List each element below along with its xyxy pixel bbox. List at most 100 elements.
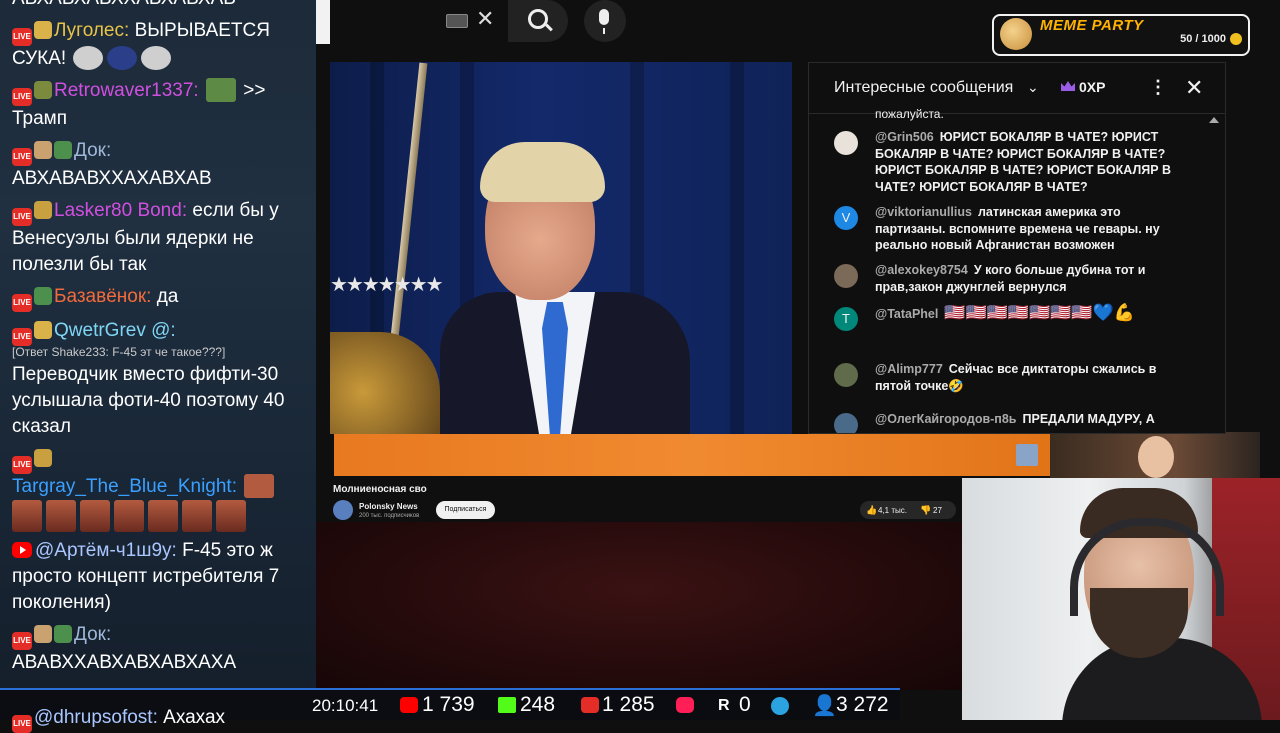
chat-nick: @Артём-ч1ш9у: (35, 540, 177, 561)
avatar[interactable]: V (834, 206, 858, 230)
chat-message: @Alimp777 Сейчас все диктаторы сжались в … (834, 361, 1179, 394)
subscriber-badge-icon (34, 625, 52, 643)
close-icon[interactable]: ✕ (1185, 75, 1203, 101)
dislike-count[interactable]: 27 (933, 506, 942, 515)
chat-author[interactable]: @ОлегКайгородов-п8ь (875, 412, 1017, 426)
search-button[interactable] (508, 0, 568, 42)
chat-author[interactable]: @TataPhel (875, 307, 938, 321)
subscriber-badge-icon (34, 287, 52, 305)
video-title[interactable]: Молниеносная сво (333, 484, 427, 495)
xp-value: 0XP (1079, 79, 1106, 95)
emote-icon (73, 46, 104, 70)
chat-message: LIVE Луголес: ВЫРЫВАЕТСЯ СУКА! (0, 18, 316, 72)
rutube-icon: R (718, 697, 730, 714)
subscriber-badge-icon (34, 81, 52, 99)
live-badge-icon: LIVE (12, 456, 32, 474)
voice-search-button[interactable] (584, 0, 626, 42)
video-player[interactable]: ★★★★★★★ (330, 62, 792, 434)
chat-text: АВХАВАВХХАХАВХАВ (12, 168, 212, 189)
live-badge-icon: LIVE (12, 208, 32, 226)
kick-icon (498, 697, 516, 713)
subscriber-badge-icon (34, 201, 52, 219)
avatar[interactable] (834, 413, 858, 433)
avatar[interactable] (834, 264, 858, 288)
chat-nick: Retrowaver1337: (54, 80, 199, 101)
emote-icon (12, 500, 42, 532)
chat-header: Интересные сообщения ⌄ 0XP ⋮ ✕ (809, 63, 1225, 114)
page-background (316, 522, 964, 690)
chevron-down-icon[interactable]: ⌄ (1027, 79, 1039, 96)
emote-icon (216, 500, 246, 532)
telegram-icon (771, 697, 789, 715)
xp-badge[interactable]: 0XP (1061, 79, 1106, 95)
channel-avatar[interactable] (333, 500, 353, 520)
meme-party-score: 50 / 1000 (1180, 33, 1226, 45)
youtube-badge-icon (12, 542, 32, 558)
subscriber-badge-icon (54, 141, 72, 159)
search-input-edge[interactable] (316, 0, 330, 44)
chat-nick: Док: (74, 624, 112, 645)
emote-icon (148, 500, 178, 532)
chat-nick: @dhrupsofost: (34, 707, 158, 728)
chat-nick: QwetrGrev (54, 320, 146, 341)
scroll-up-icon[interactable] (1209, 117, 1219, 123)
reply-context: [Ответ Shake233: F-45 эт че такое???] (12, 345, 226, 359)
chat-message-clipped: пожалуйста. (875, 107, 944, 121)
chat-nick: Луголес: (54, 20, 130, 41)
chat-message: @Grin506 ЮРИСТ БОКАЛЯР В ЧАТЕ? ЮРИСТ БОКА… (834, 129, 1179, 195)
emote-row (0, 500, 316, 532)
chat-nick: Базавёнок: (54, 286, 152, 307)
vk-live-icon (581, 697, 599, 713)
more-options-icon[interactable]: ⋮ (1149, 77, 1167, 98)
live-badge-icon: LIVE (12, 294, 32, 312)
chat-message: LIVE Док: АВХАВАВХХАХАВХАВ (0, 138, 316, 192)
chat-author[interactable]: @Grin506 (875, 130, 934, 144)
chat-text: АВАВХХАВХАВХАВХАХА (12, 652, 237, 673)
emote-icon (205, 78, 236, 102)
emote-icon (46, 500, 76, 532)
play-icon (676, 697, 694, 713)
like-count[interactable]: 4,1 тыс. (878, 506, 907, 515)
chat-text: Ахахах (163, 707, 226, 728)
emote-icon (244, 474, 275, 498)
thumbnail-face (1138, 436, 1174, 478)
thumbs-down-icon[interactable]: 👎 (920, 505, 931, 516)
emote-icon (141, 46, 172, 70)
chat-nick: Lasker80 Bond: (54, 200, 188, 221)
meme-party-widget: MEME PARTY 50 / 1000 (992, 14, 1250, 56)
live-badge-icon: LIVE (12, 28, 32, 46)
youtube-live-chat: Интересные сообщения ⌄ 0XP ⋮ ✕ пожалуйст… (808, 62, 1226, 434)
curtain-fold (730, 62, 744, 434)
chat-message: V @viktorianullius латинская америка это … (834, 204, 1179, 254)
chat-text: 🇺🇸🇺🇸🇺🇸🇺🇸🇺🇸🇺🇸🇺🇸💙💪 (944, 303, 1135, 322)
chat-message-clipped: LIVE @dhrupsofost: Ахахах (12, 707, 225, 733)
chat-text: ПРЕДАЛИ МАДУРУ, А (1022, 412, 1155, 426)
keyboard-icon[interactable] (446, 14, 468, 28)
chat-message: LIVE Retrowaver1337: >> Трамп (0, 78, 316, 132)
chat-message: LIVE Базавёнок: да (0, 284, 316, 312)
subscribe-button[interactable]: Подписаться (436, 501, 495, 519)
emote-icon (114, 500, 144, 532)
thumbs-up-icon[interactable]: 👍 (866, 505, 877, 516)
chat-author[interactable]: @alexokey8754 (875, 263, 968, 277)
chat-mode-selector[interactable]: Интересные сообщения (834, 79, 1013, 97)
chat-author[interactable]: @Alimp777 (875, 362, 943, 376)
subscriber-badge-icon (34, 321, 52, 339)
avatar[interactable] (834, 131, 858, 155)
recommended-video-thumbnail[interactable] (1050, 432, 1260, 478)
webcam-feed (962, 478, 1280, 720)
chat-author[interactable]: @viktorianullius (875, 205, 972, 219)
overlay-banner (334, 434, 1050, 476)
chat-message: LIVE QwetrGrev @: (0, 318, 316, 346)
chat-message: @Артём-ч1ш9у: F-45 это ж просто концепт … (0, 538, 316, 616)
avatar[interactable]: T (834, 307, 858, 331)
doge-icon (1000, 18, 1032, 50)
live-badge-icon: LIVE (12, 148, 32, 166)
channel-name[interactable]: Polonsky News (359, 502, 418, 511)
avatar[interactable] (834, 363, 858, 387)
thumbnail-icon[interactable] (1016, 444, 1038, 466)
chat-message: Переводчик вместо фифти-30 услышала фоти… (0, 362, 316, 440)
stream-chat-overlay: АВХАВХАВХХАВХАВХАВ LIVEЛуголес: ВЫРЫВАЕТ… (0, 0, 316, 720)
total-viewers: 3 272 (836, 693, 889, 716)
clear-search-icon[interactable]: ✕ (476, 6, 494, 32)
